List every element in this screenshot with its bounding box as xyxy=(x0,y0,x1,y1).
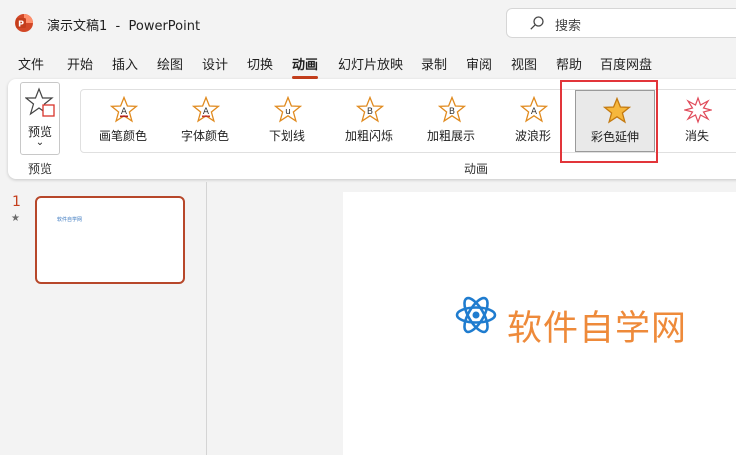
svg-text:B: B xyxy=(367,107,373,117)
ribbon-tabs: 文件 开始 插入 绘图 设计 切换 动画 幻灯片放映 录制 审阅 视图 帮助 百… xyxy=(0,46,736,79)
tab-insert[interactable]: 插入 xyxy=(112,54,138,73)
slide-number: 1 xyxy=(12,194,21,210)
tab-home[interactable]: 开始 xyxy=(67,54,93,73)
anim-underline-button[interactable]: u 下划线 xyxy=(247,90,327,152)
anim-bold-flash-button[interactable]: B 加粗闪烁 xyxy=(329,90,409,152)
tab-record[interactable]: 录制 xyxy=(421,54,447,73)
animation-label: 消失 xyxy=(684,129,709,143)
tab-animations[interactable]: 动画 xyxy=(292,54,319,79)
animation-group-label: 动画 xyxy=(464,162,489,176)
star-disappear-icon xyxy=(684,96,712,124)
animation-label: 字体颜色 xyxy=(180,129,229,143)
tab-review[interactable]: 审阅 xyxy=(466,54,492,73)
thumbnail-mini-logo: 软件自学网 xyxy=(57,217,83,223)
svg-text:u: u xyxy=(285,107,291,117)
star-wave-icon: A xyxy=(520,96,548,123)
tab-design[interactable]: 设计 xyxy=(202,54,228,73)
tab-file[interactable]: 文件 xyxy=(18,54,44,73)
pane-divider xyxy=(206,182,207,455)
search-icon xyxy=(530,16,544,30)
search-placeholder: 搜索 xyxy=(555,19,582,34)
svg-text:B: B xyxy=(449,107,455,117)
anim-font-color-button[interactable]: A 字体颜色 xyxy=(165,90,245,152)
anim-bold-reveal-button[interactable]: B 加粗展示 xyxy=(411,90,491,152)
animation-marker-icon: ★ xyxy=(11,213,20,224)
tab-view[interactable]: 视图 xyxy=(511,54,537,73)
anim-disappear-button[interactable]: 消失 xyxy=(657,90,736,152)
tab-baidu-netdisk[interactable]: 百度网盘 xyxy=(600,54,652,73)
document-title: 演示文稿1 - PowerPoint xyxy=(47,19,201,34)
animation-label: 下划线 xyxy=(268,129,305,143)
star-bold-reveal-icon: B xyxy=(438,96,466,123)
anim-pen-color-button[interactable]: A 画笔颜色 xyxy=(83,90,163,152)
svg-text:P: P xyxy=(18,20,24,29)
preview-button[interactable]: 预览 ⌄ xyxy=(20,82,60,155)
star-underline-icon: u xyxy=(274,96,302,123)
title-bar: P 演示文稿1 - PowerPoint 搜索 xyxy=(0,0,736,46)
tab-draw[interactable]: 绘图 xyxy=(157,54,183,73)
svg-text:A: A xyxy=(531,107,538,117)
slide-thumbnail[interactable]: 软件自学网 xyxy=(35,196,185,284)
tab-slideshow[interactable]: 幻灯片放映 xyxy=(338,54,403,73)
slide-logo-text: 软件自学网 xyxy=(507,309,688,349)
tab-help[interactable]: 帮助 xyxy=(556,54,582,73)
powerpoint-logo-icon: P xyxy=(15,14,33,32)
slide-canvas[interactable]: 软件自学网 xyxy=(343,192,736,455)
star-pen-color-icon: A xyxy=(110,96,138,123)
animation-label: 加粗展示 xyxy=(426,129,475,143)
star-font-color-icon: A xyxy=(192,96,220,123)
atom-logo-icon xyxy=(455,296,497,334)
star-bold-flash-icon: B xyxy=(356,96,384,123)
animation-label: 画笔颜色 xyxy=(98,129,147,143)
tab-transitions[interactable]: 切换 xyxy=(247,54,273,73)
chevron-down-icon: ⌄ xyxy=(35,137,45,148)
preview-group-label: 预览 xyxy=(28,162,53,176)
preview-star-icon xyxy=(25,87,55,117)
search-box[interactable]: 搜索 xyxy=(506,8,736,38)
highlight-annotation xyxy=(560,80,658,163)
animation-label: 加粗闪烁 xyxy=(344,129,393,143)
